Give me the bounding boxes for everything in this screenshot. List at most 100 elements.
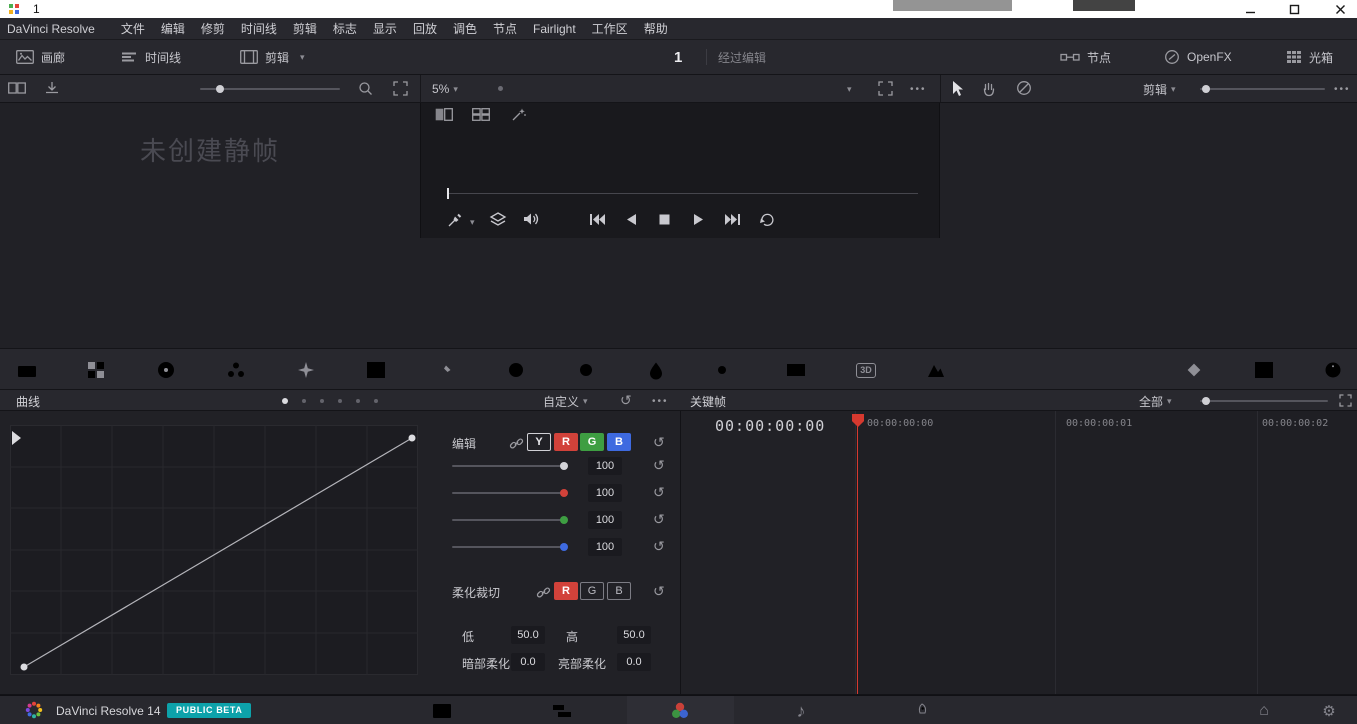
luma-gain-slider[interactable] (452, 465, 564, 467)
pagination-dot[interactable] (374, 399, 378, 403)
curves-icon[interactable] (362, 356, 390, 384)
fairlight-page-icon[interactable]: ♪ (789, 699, 813, 723)
slider-thumb[interactable] (560, 462, 568, 470)
clips-toggle-button[interactable]: 剪辑 ▾ (240, 40, 305, 74)
keyframes-toggle-icon[interactable] (1180, 356, 1208, 384)
rgb-mixer-icon[interactable] (222, 356, 250, 384)
menu-nodes[interactable]: 节点 (485, 20, 525, 37)
color-match-icon[interactable] (82, 356, 110, 384)
softclip-r-button[interactable]: R (554, 582, 578, 600)
high-value-field[interactable]: 50.0 (617, 626, 651, 644)
gallery-zoom-slider[interactable] (200, 88, 340, 90)
viewer-scrubber[interactable] (448, 193, 918, 194)
edit-reset-button[interactable]: ↺ (653, 435, 665, 449)
menu-playback[interactable]: 回放 (405, 20, 445, 37)
pagination-dot[interactable] (338, 399, 342, 403)
menu-mark[interactable]: 标志 (325, 20, 365, 37)
timeline-toggle-button[interactable]: 时间线 (120, 40, 181, 74)
stereo-3d-icon[interactable]: 3D (852, 356, 880, 384)
pointer-tool-icon[interactable] (950, 80, 964, 97)
pagination-dot[interactable] (320, 399, 324, 403)
channel-g-button[interactable]: G (580, 433, 604, 451)
layers-icon[interactable] (489, 211, 507, 228)
red-gain-slider[interactable] (452, 492, 564, 494)
clip-name-dropdown[interactable]: ▾ (485, 80, 855, 98)
green-gain-slider[interactable] (452, 519, 564, 521)
blue-gain-value[interactable]: 100 (588, 538, 622, 556)
loop-icon[interactable] (759, 212, 776, 227)
low-value-field[interactable]: 50.0 (511, 626, 545, 644)
power-window-icon[interactable] (502, 356, 530, 384)
curves-mode-select[interactable]: 自定义 ▾ (543, 393, 588, 410)
camera-raw-icon[interactable] (13, 356, 41, 384)
nodes-panel-button[interactable]: 节点 (1060, 40, 1111, 74)
audio-mute-icon[interactable] (522, 211, 540, 227)
scrubber-playhead[interactable] (447, 188, 449, 199)
slider-thumb[interactable] (560, 489, 568, 497)
channel-y-button[interactable]: Y (527, 433, 551, 451)
keyframes-zoom-slider[interactable] (1200, 400, 1328, 402)
hand-tool-icon[interactable] (980, 80, 996, 97)
menu-appname[interactable]: DaVinci Resolve (0, 22, 103, 36)
motion-effects-icon[interactable] (292, 356, 320, 384)
project-home-icon[interactable]: ⌂ (1252, 699, 1276, 723)
channel-b-button[interactable]: B (607, 433, 631, 451)
blur-icon[interactable] (642, 356, 670, 384)
tracker-icon[interactable] (572, 356, 600, 384)
curves-reset-button[interactable]: ↺ (620, 393, 632, 407)
openfx-panel-button[interactable]: OpenFX (1164, 40, 1232, 74)
skip-end-icon[interactable] (724, 213, 741, 226)
scopes-icon[interactable] (1250, 356, 1278, 384)
menu-workspace[interactable]: 工作区 (584, 20, 636, 37)
info-icon[interactable] (1319, 356, 1347, 384)
effects-icon[interactable] (922, 356, 950, 384)
red-gain-value[interactable]: 100 (588, 484, 622, 502)
link-channels-icon[interactable] (536, 585, 551, 600)
timeline-mode-select[interactable]: 剪辑 ▾ (1143, 80, 1176, 98)
color-wheels-icon[interactable] (152, 356, 180, 384)
menu-help[interactable]: 帮助 (636, 20, 676, 37)
edit-page-icon[interactable] (550, 699, 574, 723)
expand-gallery-icon[interactable] (393, 81, 408, 96)
sizing-icon[interactable] (782, 356, 810, 384)
link-channels-icon[interactable] (509, 436, 524, 451)
pagination-dot[interactable] (282, 398, 288, 404)
curves-options-menu[interactable]: ••• (652, 396, 669, 407)
luma-gain-value[interactable]: 100 (588, 457, 622, 475)
settings-gear-icon[interactable]: ⚙ (1317, 699, 1341, 723)
slider-thumb[interactable] (1202, 397, 1210, 405)
eyedropper-icon[interactable] (447, 213, 462, 228)
chevron-down-icon[interactable]: ▾ (470, 218, 475, 227)
slider-thumb[interactable] (560, 543, 568, 551)
channel-r-button[interactable]: R (554, 433, 578, 451)
stop-icon[interactable] (659, 214, 670, 225)
slider-thumb[interactable] (216, 85, 224, 93)
softclip-g-button[interactable]: G (580, 582, 604, 600)
blue-reset-button[interactable]: ↺ (653, 539, 665, 553)
menu-edit[interactable]: 编辑 (153, 20, 193, 37)
menu-timeline[interactable]: 时间线 (233, 20, 285, 37)
highlight-soft-field[interactable]: 0.0 (617, 653, 651, 671)
shadow-soft-field[interactable]: 0.0 (511, 653, 545, 671)
pagination-dot[interactable] (302, 399, 306, 403)
keyframes-filter-select[interactable]: 全部 ▾ (1139, 393, 1172, 410)
pagination-dot[interactable] (356, 399, 360, 403)
timeline-playhead-line[interactable] (857, 415, 858, 694)
menu-clip[interactable]: 剪辑 (285, 20, 325, 37)
lightbox-button[interactable]: 光箱 (1286, 40, 1333, 74)
play-reverse-icon[interactable] (625, 213, 638, 226)
green-reset-button[interactable]: ↺ (653, 512, 665, 526)
enhanced-viewer-wand-icon[interactable] (510, 107, 527, 122)
fit-viewer-icon[interactable] (878, 81, 893, 96)
slider-thumb[interactable] (560, 516, 568, 524)
softclip-reset-button[interactable]: ↺ (653, 584, 665, 598)
search-icon[interactable] (358, 81, 373, 96)
menu-file[interactable]: 文件 (113, 20, 153, 37)
minimize-button[interactable] (1232, 0, 1268, 18)
timeline-options-menu[interactable]: ••• (1334, 84, 1351, 95)
timeline-playhead-handle[interactable] (852, 414, 864, 427)
bypass-grades-icon[interactable] (1016, 80, 1032, 96)
media-page-icon[interactable] (430, 699, 454, 723)
color-page-icon[interactable] (668, 699, 692, 723)
maximize-button[interactable] (1276, 0, 1312, 18)
